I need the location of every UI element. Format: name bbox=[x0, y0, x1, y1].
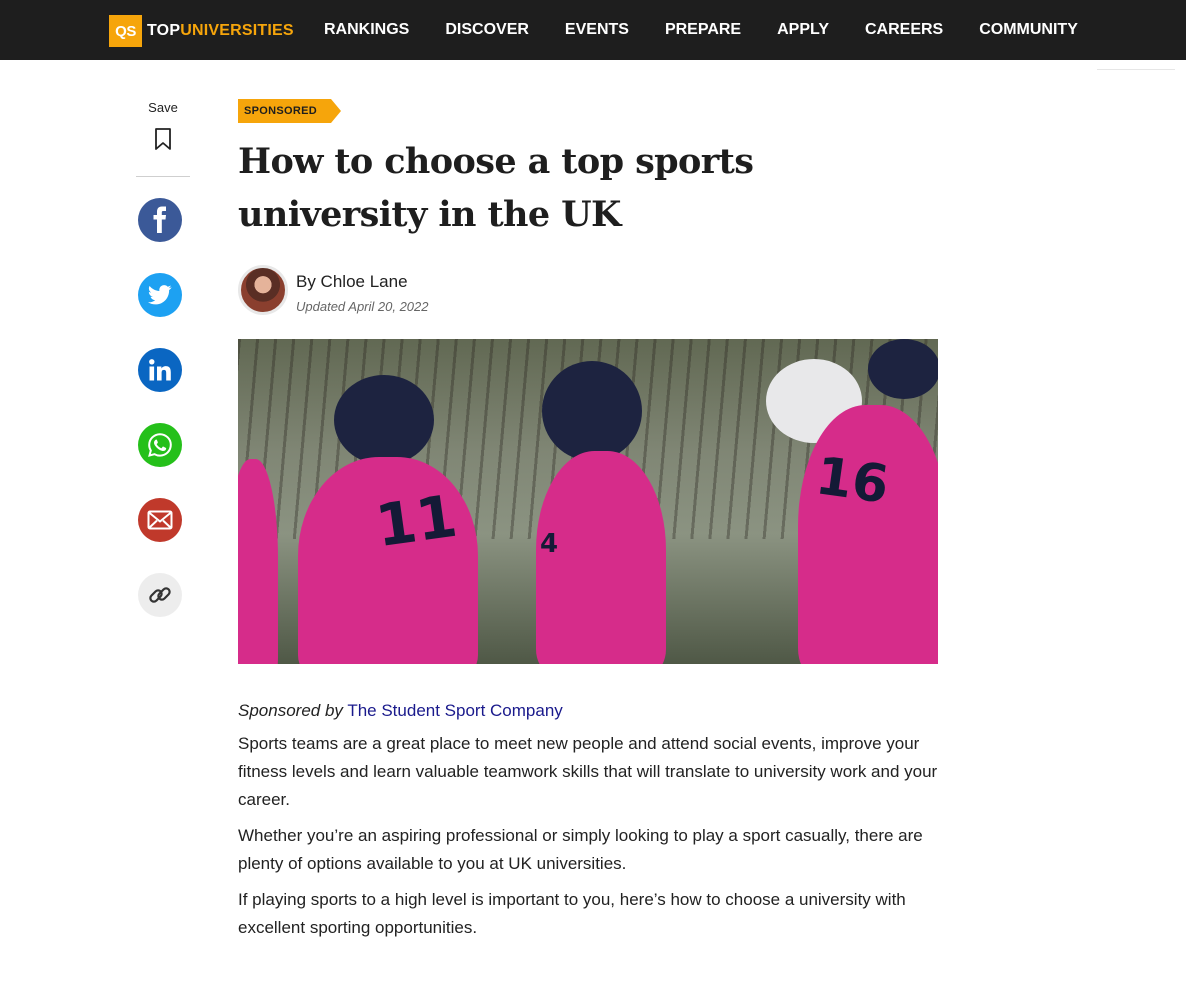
logo-universities-text: UNIVERSITIES bbox=[180, 22, 294, 39]
right-divider bbox=[1097, 69, 1175, 70]
author-block: By Chloe Lane Updated April 20, 2022 bbox=[238, 265, 948, 317]
rail-divider bbox=[136, 176, 190, 177]
hero-jersey-number-3: 16 bbox=[812, 446, 893, 516]
whatsapp-share-button[interactable] bbox=[138, 423, 182, 467]
author-avatar[interactable] bbox=[238, 265, 288, 315]
article-paragraph-1: Sports teams are a great place to meet n… bbox=[238, 734, 938, 809]
main-menu: RANKINGS DISCOVER EVENTS PREPARE APPLY C… bbox=[324, 0, 1078, 60]
sponsored-badge: SPONSORED bbox=[238, 99, 341, 123]
sponsor-line: Sponsored by The Student Sport Company bbox=[238, 700, 948, 722]
facebook-share-button[interactable] bbox=[138, 198, 182, 242]
nav-item-prepare[interactable]: PREPARE bbox=[665, 21, 741, 39]
save-label: Save bbox=[148, 100, 178, 115]
logo-wordmark: TOPUNIVERSITIES bbox=[147, 22, 294, 40]
share-rail: Save bbox=[136, 96, 190, 617]
hero-image: 11 4 16 bbox=[238, 339, 938, 664]
sponsor-link[interactable]: The Student Sport Company bbox=[347, 701, 562, 720]
sponsor-prefix: Sponsored by bbox=[238, 701, 343, 720]
hero-player-left-edge bbox=[238, 459, 278, 664]
hero-helmet-1 bbox=[334, 375, 434, 465]
twitter-icon bbox=[148, 285, 172, 305]
copy-link-button[interactable] bbox=[138, 573, 182, 617]
hero-helmet-4 bbox=[868, 339, 938, 399]
link-icon bbox=[147, 582, 173, 608]
facebook-icon bbox=[149, 206, 171, 234]
article-paragraph-2: Whether you’re an aspiring professional … bbox=[238, 826, 923, 873]
article-title: How to choose a top sports university in… bbox=[238, 141, 754, 235]
bookmark-icon[interactable] bbox=[153, 127, 173, 156]
updated-date: Updated April 20, 2022 bbox=[296, 299, 429, 314]
hero-jersey-number-2: 4 bbox=[540, 529, 559, 559]
nav-item-apply[interactable]: APPLY bbox=[777, 21, 829, 39]
nav-item-events[interactable]: EVENTS bbox=[565, 21, 629, 39]
email-share-button[interactable] bbox=[138, 498, 182, 542]
topuniversities-logo[interactable]: QS TOPUNIVERSITIES bbox=[109, 15, 294, 47]
linkedin-share-button[interactable] bbox=[138, 348, 182, 392]
nav-item-community[interactable]: COMMUNITY bbox=[979, 21, 1078, 39]
twitter-share-button[interactable] bbox=[138, 273, 182, 317]
nav-item-careers[interactable]: CAREERS bbox=[865, 21, 943, 39]
whatsapp-icon bbox=[147, 432, 173, 458]
linkedin-icon bbox=[148, 358, 172, 382]
nav-item-discover[interactable]: DISCOVER bbox=[445, 21, 529, 39]
article: SPONSORED How to choose a top sports uni… bbox=[238, 99, 948, 942]
hero-jersey-number-1: 11 bbox=[371, 481, 462, 561]
hero-helmet-2 bbox=[542, 361, 642, 461]
hero-player-3 bbox=[798, 405, 938, 664]
author-byline[interactable]: By Chloe Lane bbox=[296, 272, 408, 292]
article-paragraph-3: If playing sports to a high level is imp… bbox=[238, 890, 906, 937]
email-icon bbox=[147, 510, 173, 530]
top-navigation: QS TOPUNIVERSITIES RANKINGS DISCOVER EVE… bbox=[0, 0, 1186, 60]
logo-top-text: TOP bbox=[147, 22, 181, 39]
nav-item-rankings[interactable]: RANKINGS bbox=[324, 21, 409, 39]
qs-logo-badge: QS bbox=[109, 15, 142, 47]
